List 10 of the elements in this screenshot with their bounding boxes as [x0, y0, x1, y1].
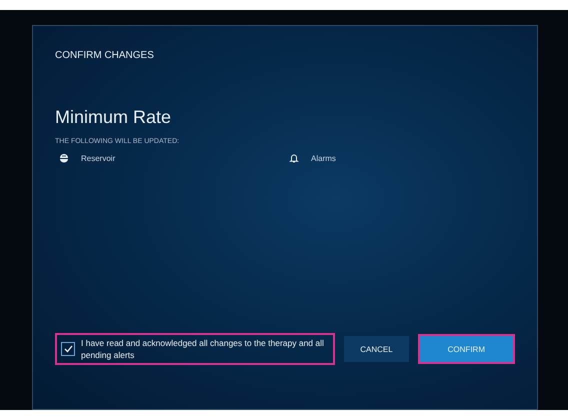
setting-heading: Minimum Rate — [55, 107, 172, 128]
reservoir-icon — [59, 153, 69, 163]
acknowledgement-text: I have read and acknowledged all changes to the therapy and all pending alerts — [81, 337, 325, 361]
bell-icon — [289, 153, 299, 163]
updated-item-label: Reservoir — [81, 154, 116, 162]
updated-item-label: Alarms — [311, 154, 336, 162]
dialog-title: CONFIRM CHANGES — [55, 50, 155, 61]
checkmark-icon — [64, 345, 72, 353]
cancel-button[interactable]: CANCEL — [344, 336, 409, 362]
acknowledge-checkbox[interactable] — [61, 342, 75, 356]
